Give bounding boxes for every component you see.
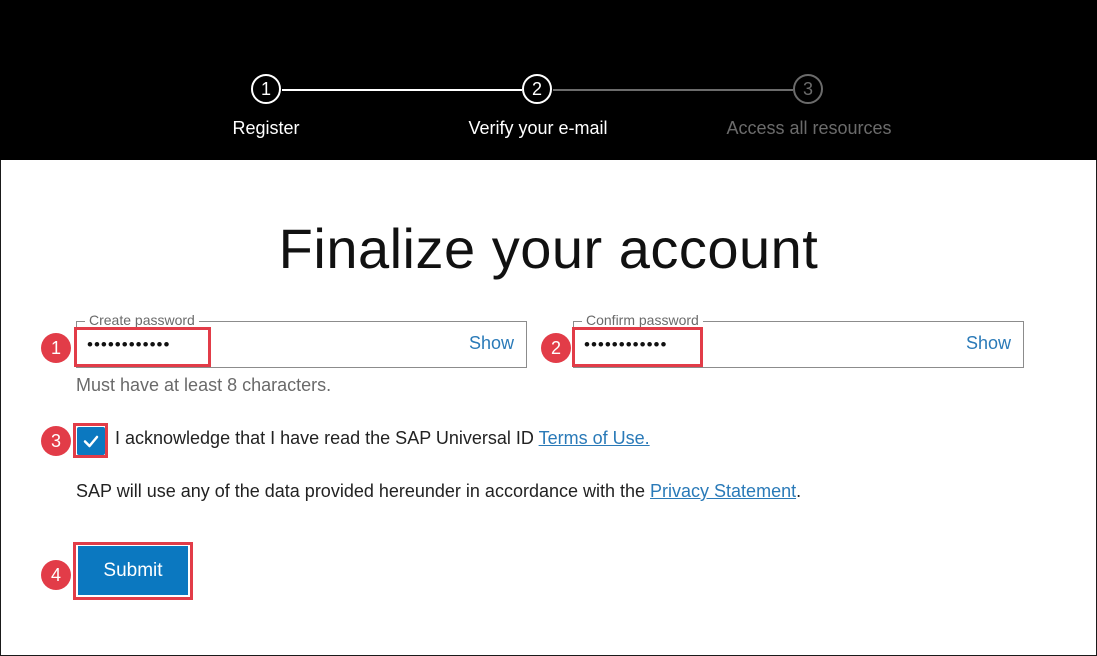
annotation-badge-1: 1 [41, 333, 71, 363]
confirm-password-input[interactable] [578, 334, 710, 356]
confirm-password-show-button[interactable]: Show [966, 333, 1011, 354]
annotation-badge-2: 2 [541, 333, 571, 363]
annotation-badge-4: 4 [41, 560, 71, 590]
check-icon [83, 435, 99, 448]
create-password-legend: Create password [85, 312, 199, 328]
page-title: Finalize your account [278, 217, 819, 280]
acknowledge-checkbox[interactable] [77, 427, 105, 455]
step-1-label: Register [232, 118, 300, 138]
step-2-circle: 2 [522, 74, 552, 104]
submit-button[interactable]: Submit [78, 546, 188, 595]
step-3-circle: 3 [793, 74, 823, 104]
acknowledge-text: I acknowledge that I have read the SAP U… [115, 428, 539, 448]
confirm-password-field[interactable]: Confirm password Show [573, 312, 1024, 368]
step-connector-1-2 [282, 89, 522, 91]
progress-header: 1 2 3 Register Verify your e-mail Access… [0, 0, 1097, 160]
create-password-input[interactable] [81, 334, 213, 356]
terms-of-use-link[interactable]: Terms of Use. [539, 428, 650, 448]
privacy-suffix: . [796, 481, 802, 501]
password-hint: Must have at least 8 characters. [76, 375, 332, 395]
confirm-password-legend: Confirm password [582, 312, 703, 328]
acknowledge-label: I acknowledge that I have read the SAP U… [115, 428, 650, 449]
privacy-notice: SAP will use any of the data provided he… [76, 481, 801, 502]
create-password-field[interactable]: Create password Show [76, 312, 527, 368]
annotation-badge-3: 3 [41, 426, 71, 456]
privacy-statement-link[interactable]: Privacy Statement [650, 481, 796, 501]
step-connector-2-3 [553, 89, 793, 91]
step-3-label: Access all resources [726, 118, 892, 138]
privacy-text: SAP will use any of the data provided he… [76, 481, 651, 501]
create-password-show-button[interactable]: Show [469, 333, 514, 354]
step-2-label: Verify your e-mail [468, 118, 608, 138]
step-1-circle: 1 [251, 74, 281, 104]
